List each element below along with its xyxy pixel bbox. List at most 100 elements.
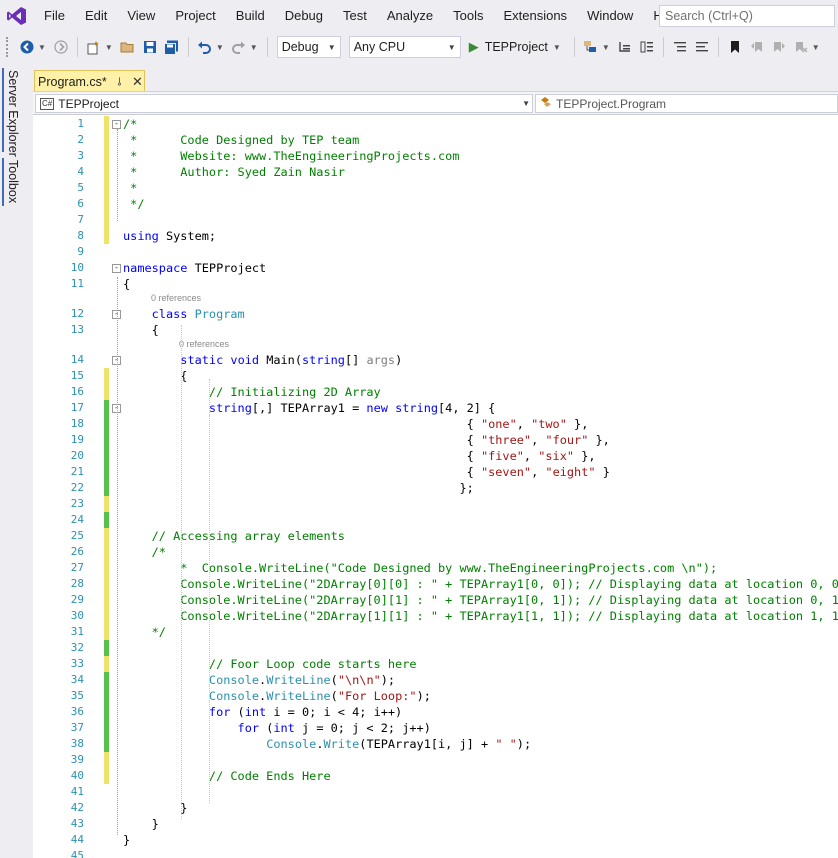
code-line[interactable]: 40 // Code Ends Here [33,768,838,784]
code-line[interactable]: 5 * [33,180,838,196]
code-line[interactable]: 9 [33,244,838,260]
save-all-icon[interactable] [163,36,181,58]
code-line[interactable]: 3 * Website: www.TheEngineeringProjects.… [33,148,838,164]
menu-item-window[interactable]: Window [577,0,643,32]
code-line[interactable]: 12- class Program [33,306,838,322]
pin-icon[interactable]: ⊸ [113,77,126,86]
toolbar-overflow-icon[interactable]: ▼ [812,43,820,52]
code-line[interactable]: 31 */ [33,624,838,640]
menu-item-file[interactable]: File [34,0,75,32]
code-line[interactable]: 11 { [33,276,838,292]
menu-item-analyze[interactable]: Analyze [377,0,443,32]
project-dropdown[interactable]: C# TEPProject ▼ [35,94,533,113]
code-line[interactable]: 10 - namespace TEPProject [33,260,838,276]
code-line[interactable]: 17- string[,] TEPArray1 = new string[4, … [33,400,838,416]
comment-lines-icon[interactable] [671,36,689,58]
solution-platform-dropdown[interactable]: Any CPU ▼ [348,36,461,58]
chevron-down-icon[interactable]: ▼ [105,43,113,52]
code-line[interactable]: 44} [33,832,838,848]
menu-item-view[interactable]: View [117,0,165,32]
code-line[interactable]: 23 [33,496,838,512]
code-line[interactable]: 8 using System; [33,228,838,244]
code-line[interactable]: 27 * Console.WriteLine("Code Designed by… [33,560,838,576]
menu-item-test[interactable]: Test [333,0,377,32]
menu-item-edit[interactable]: Edit [75,0,117,32]
code-line[interactable]: 30 Console.WriteLine("2DArray[1][1] : " … [33,608,838,624]
code-line[interactable]: 45 [33,848,838,858]
code-line[interactable]: 16 // Initializing 2D Array [33,384,838,400]
server-explorer-tab[interactable]: Server Explorer [6,70,20,157]
code-line[interactable]: 15 { [33,368,838,384]
chevron-down-icon[interactable]: ▼ [602,43,610,52]
menu-item-build[interactable]: Build [226,0,275,32]
codelens-references[interactable]: 0 references [151,293,201,306]
navigate-back-icon[interactable] [18,36,36,58]
menu-item-tools[interactable]: Tools [443,0,493,32]
code-line[interactable]: 4 * Author: Syed Zain Nasir [33,164,838,180]
code-line[interactable]: 25 // Accessing array elements [33,528,838,544]
code-line[interactable]: 14- static void Main(string[] args) [33,352,838,368]
solution-configuration-dropdown[interactable]: Debug ▼ [276,36,341,58]
bookmark-icon[interactable] [726,36,744,58]
next-bookmark-icon[interactable] [770,36,788,58]
close-icon[interactable]: ✕ [132,74,143,90]
code-line[interactable]: 43 } [33,816,838,832]
code-line[interactable]: 42 } [33,800,838,816]
code-line[interactable]: 18 { "one", "two" }, [33,416,838,432]
solution-explorer-icon[interactable] [582,36,600,58]
code-line[interactable]: 39 [33,752,838,768]
visual-studio-logo-icon[interactable] [0,0,34,32]
side-tool-windows: Server Explorer Toolbox [0,62,33,858]
code-line[interactable]: 38 Console.Write(TEPArray1[i, j] + " "); [33,736,838,752]
code-line[interactable]: 32 [33,640,838,656]
code-line[interactable]: 22 }; [33,480,838,496]
class-view-icon[interactable] [638,36,656,58]
uncomment-lines-icon[interactable] [693,36,711,58]
menu-item-extensions[interactable]: Extensions [493,0,577,32]
code-line[interactable]: 21 { "seven", "eight" } [33,464,838,480]
redo-icon[interactable] [230,36,248,58]
chevron-down-icon[interactable]: ▼ [216,43,224,52]
code-line[interactable]: 1 -/* [33,116,838,132]
chevron-down-icon[interactable]: ▼ [38,43,46,52]
code-line[interactable]: 6 */ [33,196,838,212]
code-line[interactable]: 13 { [33,322,838,338]
code-line[interactable]: 20 { "five", "six" }, [33,448,838,464]
chevron-down-icon[interactable]: ▼ [553,43,561,52]
code-line[interactable]: 24 [33,512,838,528]
code-line[interactable]: 28 Console.WriteLine("2DArray[0][0] : " … [33,576,838,592]
type-dropdown[interactable]: TEPProject.Program [535,94,838,113]
codelens-references[interactable]: 0 references [179,339,229,352]
navigate-forward-icon[interactable] [52,36,70,58]
code-line[interactable]: 41 [33,784,838,800]
code-line[interactable]: 37 for (int j = 0; j < 2; j++) [33,720,838,736]
collapse-outline-icon[interactable]: - [112,120,121,129]
code-line[interactable]: 34 Console.WriteLine("\n\n"); [33,672,838,688]
tab-program-cs[interactable]: Program.cs* ⊸ ✕ [34,70,145,92]
start-debugging-button[interactable]: ▶ TEPProject ▼ [469,39,565,55]
chevron-down-icon[interactable]: ▼ [250,43,258,52]
code-line[interactable]: 19 { "three", "four" }, [33,432,838,448]
toolbar-grip[interactable] [6,37,10,57]
collapse-outline-icon[interactable]: - [112,264,121,273]
menu-item-debug[interactable]: Debug [275,0,333,32]
code-line[interactable]: 26 /* [33,544,838,560]
open-file-icon[interactable] [119,36,137,58]
search-input[interactable]: Search (Ctrl+Q) [659,5,835,27]
code-line[interactable]: 2 * Code Designed by TEP team [33,132,838,148]
code-line[interactable]: 33 // Foor Loop code starts here [33,656,838,672]
save-icon[interactable] [141,36,159,58]
code-line[interactable]: 35 Console.WriteLine("For Loop:"); [33,688,838,704]
previous-bookmark-icon[interactable] [748,36,766,58]
menu-item-project[interactable]: Project [165,0,225,32]
toolbox-tab[interactable]: Toolbox [6,160,20,203]
clear-bookmarks-icon[interactable] [792,36,810,58]
code-editor[interactable]: 1-/* 2 * Code Designed by TEP team 3 * Web… [33,115,838,858]
code-line[interactable]: 7 [33,212,838,228]
undo-icon[interactable] [196,36,214,58]
tab-title: Program.cs* [38,74,107,89]
code-line[interactable]: 29 Console.WriteLine("2DArray[0][1] : " … [33,592,838,608]
new-project-icon[interactable] [85,36,103,58]
step-over-icon[interactable] [616,36,634,58]
code-line[interactable]: 36 for (int i = 0; i < 4; i++) [33,704,838,720]
